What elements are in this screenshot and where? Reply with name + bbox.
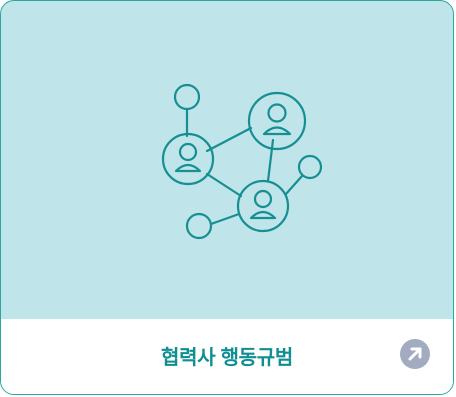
- open-link-button[interactable]: [400, 339, 430, 369]
- card-footer: 협력사 행동규범: [1, 319, 453, 394]
- arrow-up-right-icon: [408, 347, 422, 361]
- card-title: 협력사 행동규범: [161, 347, 293, 369]
- code-of-conduct-card[interactable]: 협력사 행동규범: [0, 0, 454, 395]
- card-illustration-area: [1, 1, 453, 319]
- network-people-icon: [161, 83, 323, 240]
